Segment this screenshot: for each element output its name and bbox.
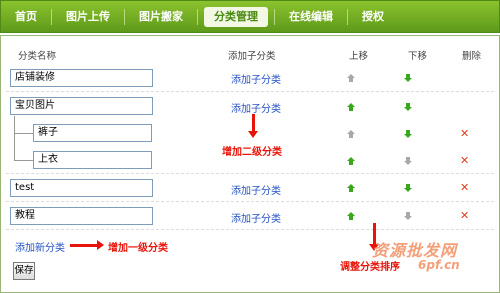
- nav-online-edit[interactable]: 在线编辑: [275, 7, 347, 27]
- move-up-icon: [347, 130, 355, 138]
- header-add-sub: 添加子分类: [228, 51, 276, 62]
- move-up-icon[interactable]: [347, 212, 355, 220]
- delete-icon[interactable]: ✕: [460, 210, 469, 221]
- row-divider: [6, 229, 494, 230]
- header-name: 分类名称: [18, 51, 57, 62]
- move-down-icon[interactable]: [404, 103, 412, 111]
- move-down-icon[interactable]: [404, 184, 412, 192]
- nav-image-upload[interactable]: 图片上传: [52, 7, 124, 27]
- subcategory-name-input[interactable]: 上衣: [33, 151, 152, 169]
- move-down-icon: [404, 157, 412, 165]
- save-button[interactable]: 保存: [13, 262, 35, 280]
- delete-icon[interactable]: ✕: [460, 182, 469, 193]
- nav-home[interactable]: 首页: [1, 7, 51, 27]
- nav-divider: [51, 8, 52, 25]
- row-divider: [6, 201, 494, 202]
- subcategory-name-input[interactable]: 裤子: [33, 124, 152, 142]
- header-move-down: 下移: [408, 51, 428, 62]
- move-down-icon[interactable]: [404, 74, 412, 82]
- nav-divider: [347, 8, 348, 25]
- category-name-input[interactable]: 宝贝图片: [10, 97, 153, 115]
- row-divider: [6, 173, 494, 174]
- nav-divider: [197, 8, 198, 25]
- nav-category-manage[interactable]: 分类管理: [204, 6, 268, 27]
- nav-divider: [274, 8, 275, 25]
- tree-branch: [14, 160, 34, 161]
- annotation-add-first-level: 增加一级分类: [108, 243, 168, 254]
- delete-icon[interactable]: ✕: [460, 128, 469, 139]
- top-nav: 首页 图片上传 图片搬家 分类管理 在线编辑 授权: [0, 0, 500, 33]
- category-name-input[interactable]: 教程: [10, 207, 153, 225]
- add-new-category-link[interactable]: 添加新分类: [15, 239, 65, 254]
- add-subcategory-link[interactable]: 添加子分类: [231, 71, 281, 86]
- row-divider: [6, 91, 494, 92]
- nav-divider: [124, 8, 125, 25]
- annotation-add-second-level: 增加二级分类: [222, 147, 282, 158]
- add-subcategory-link[interactable]: 添加子分类: [231, 210, 281, 225]
- category-name-input[interactable]: 店铺装修: [10, 69, 153, 87]
- move-up-icon: [347, 74, 355, 82]
- tree-line: [14, 116, 15, 161]
- annotation-arrow-down: [248, 114, 258, 138]
- delete-icon[interactable]: ✕: [460, 155, 469, 166]
- header-delete: 删除: [462, 51, 482, 62]
- move-up-icon[interactable]: [347, 184, 355, 192]
- add-subcategory-link[interactable]: 添加子分类: [231, 100, 281, 115]
- move-down-icon: [404, 212, 412, 220]
- annotation-arrow-right: [70, 240, 104, 250]
- move-up-icon[interactable]: [347, 157, 355, 165]
- move-down-icon[interactable]: [404, 130, 412, 138]
- nav-image-move[interactable]: 图片搬家: [125, 7, 197, 27]
- nav-authorize[interactable]: 授权: [348, 7, 398, 27]
- tree-branch: [14, 133, 34, 134]
- add-subcategory-link[interactable]: 添加子分类: [231, 182, 281, 197]
- header-move-up: 上移: [349, 51, 369, 62]
- category-name-input[interactable]: test: [10, 179, 153, 197]
- watermark-url: 6pf.cn: [418, 258, 460, 272]
- move-up-icon[interactable]: [347, 103, 355, 111]
